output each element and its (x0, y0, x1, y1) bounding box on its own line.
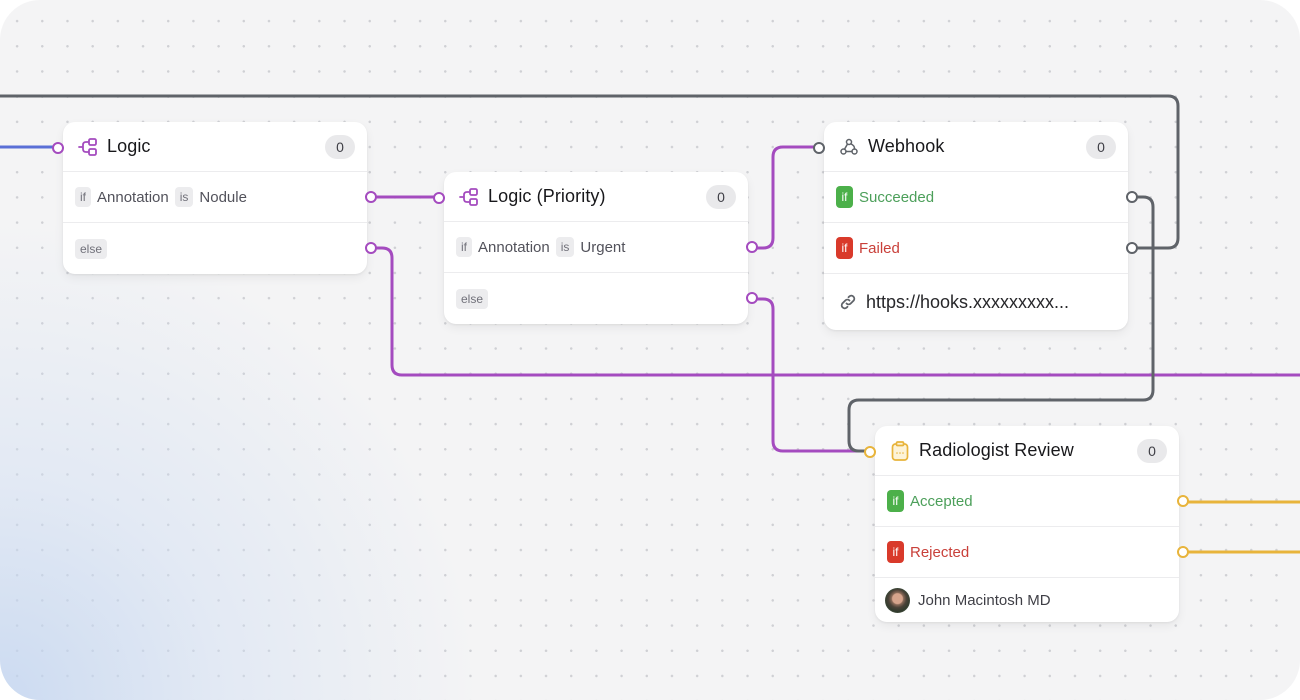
logic-node[interactable]: Logic 0 if Annotation is Nodule else (52, 122, 377, 274)
node-header: Logic 0 (63, 122, 367, 172)
operator-chip: is (555, 237, 575, 257)
condition-field: Annotation (478, 238, 550, 256)
condition-value: Urgent (580, 238, 626, 256)
condition-row-if[interactable]: if Annotation is Urgent (444, 222, 758, 273)
if-chip: if (75, 187, 91, 207)
review-rejected-output-port[interactable] (1177, 546, 1189, 558)
node-title: Logic (Priority) (488, 186, 606, 206)
if-badge: if (887, 541, 904, 563)
node-title: Radiologist Review (919, 440, 1074, 460)
outcome-label: Succeeded (859, 188, 935, 206)
webhook-failed-output-port[interactable] (1126, 242, 1138, 254)
outcome-row-rejected[interactable]: if Rejected (875, 527, 1189, 578)
operator-chip: is (174, 187, 194, 207)
clipboard-icon (889, 440, 911, 462)
count-badge: 0 (1086, 134, 1116, 159)
condition-row-else[interactable]: else (63, 223, 377, 274)
logic-else-output-port[interactable] (365, 242, 377, 254)
condition-value: Nodule (199, 188, 247, 206)
logic-priority-node[interactable]: Logic (Priority) 0 if Annotation is Urge… (433, 172, 758, 324)
outcome-label: Accepted (910, 492, 973, 510)
review-accepted-output-port[interactable] (1177, 495, 1189, 507)
avatar (885, 587, 910, 613)
webhook-node[interactable]: Webhook 0 if Succeeded if Failed https:/… (813, 122, 1138, 330)
workflow-canvas[interactable]: Logic 0 if Annotation is Nodule else Log… (0, 0, 1300, 700)
condition-row-else[interactable]: else (444, 273, 758, 324)
outcome-label: Failed (859, 239, 900, 257)
count-badge: 0 (706, 184, 736, 209)
else-chip: else (75, 238, 108, 259)
if-badge: if (887, 490, 904, 512)
webhook-succeeded-output-port[interactable] (1126, 191, 1138, 203)
else-chip: else (456, 288, 489, 309)
if-chip: if (456, 237, 472, 257)
logic-if-output-port[interactable] (365, 191, 377, 203)
node-title: Webhook (868, 136, 945, 156)
condition-field: Annotation (97, 188, 169, 206)
node-header: Radiologist Review 0 (875, 426, 1179, 476)
assignee-name: John Macintosh MD (918, 591, 1051, 609)
outcome-row-succeeded[interactable]: if Succeeded (824, 172, 1138, 223)
logic-priority-if-output-port[interactable] (746, 241, 758, 253)
node-header: Logic (Priority) 0 (444, 172, 748, 222)
outcome-row-accepted[interactable]: if Accepted (875, 476, 1189, 527)
if-badge: if (836, 186, 853, 208)
logic-branch-icon (77, 136, 99, 158)
condition-row-if[interactable]: if Annotation is Nodule (63, 172, 377, 223)
logic-branch-icon (458, 186, 480, 208)
outcome-label: Rejected (910, 543, 970, 561)
count-badge: 0 (1137, 438, 1167, 463)
assignee-row[interactable]: John Macintosh MD (875, 578, 1179, 622)
webhook-url: https://hooks.xxxxxxxxx... (866, 291, 1070, 312)
logic-priority-else-output-port[interactable] (746, 292, 758, 304)
if-badge: if (836, 237, 853, 259)
webhook-icon (838, 136, 860, 158)
edge-priority-if-to-webhook[interactable] (752, 145, 820, 250)
count-badge: 0 (325, 134, 355, 159)
outcome-row-failed[interactable]: if Failed (824, 223, 1138, 274)
link-icon (838, 292, 858, 312)
node-header: Webhook 0 (824, 122, 1128, 172)
webhook-url-row[interactable]: https://hooks.xxxxxxxxx... (824, 274, 1128, 330)
node-title: Logic (107, 136, 151, 156)
radiologist-review-node[interactable]: Radiologist Review 0 if Accepted if Reje… (864, 426, 1189, 622)
